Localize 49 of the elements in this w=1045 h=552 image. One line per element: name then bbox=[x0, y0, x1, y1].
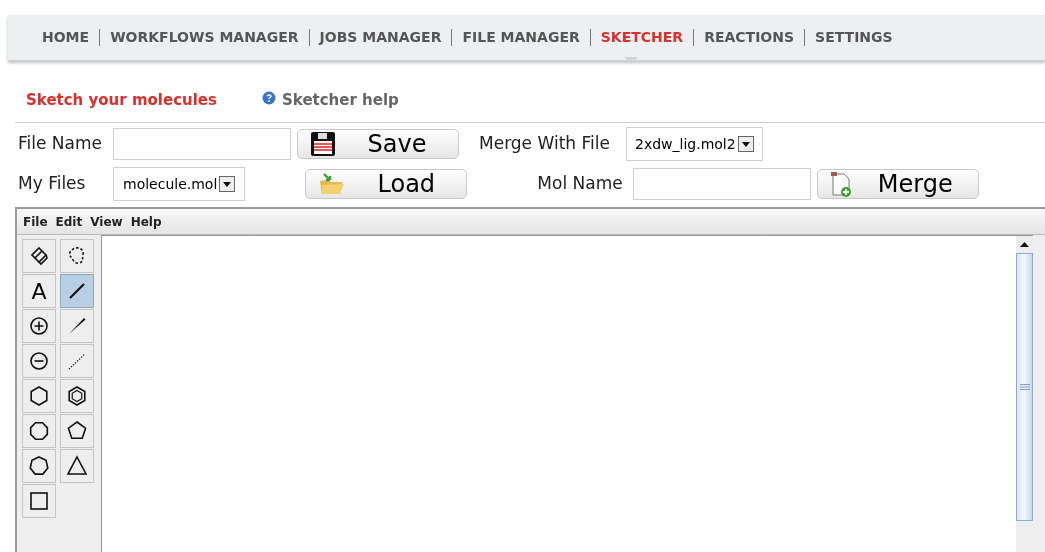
tool-button[interactable] bbox=[22, 484, 56, 518]
heptagon-icon bbox=[27, 454, 51, 478]
menu-item[interactable]: Edit bbox=[55, 212, 83, 231]
octagon-icon bbox=[27, 419, 51, 443]
nav-tab[interactable]: FILE MANAGER bbox=[462, 27, 580, 48]
tool-button[interactable] bbox=[22, 414, 56, 448]
tool-button[interactable] bbox=[22, 309, 56, 343]
nav-tab[interactable]: JOBS MANAGER bbox=[319, 27, 442, 48]
nav-tab[interactable]: SKETCHER bbox=[600, 27, 684, 48]
grip-icon bbox=[1019, 384, 1030, 390]
nav-tab[interactable]: SETTINGS bbox=[815, 27, 893, 48]
button[interactable]: Load bbox=[305, 169, 468, 199]
field-label: Mol Name bbox=[537, 172, 624, 196]
nav-tab[interactable]: REACTIONS bbox=[704, 27, 795, 48]
menu-item[interactable]: Help bbox=[130, 212, 162, 231]
tool-button[interactable] bbox=[60, 379, 94, 413]
tool-button[interactable] bbox=[60, 449, 94, 483]
mol-name-field[interactable] bbox=[633, 168, 812, 200]
minus-circle-icon bbox=[27, 349, 51, 373]
tool-button[interactable] bbox=[22, 239, 56, 273]
menu-item[interactable]: View bbox=[90, 212, 123, 231]
tool-button[interactable]: A bbox=[22, 274, 56, 308]
help-link[interactable]: Sketcher help bbox=[282, 88, 399, 112]
triangle-icon bbox=[65, 454, 89, 478]
merge-file-dropdown[interactable]: 2xdw_lig.mol2 bbox=[626, 127, 763, 161]
square-icon bbox=[27, 489, 51, 513]
document-add-icon bbox=[830, 171, 853, 197]
tool-button[interactable] bbox=[60, 414, 94, 448]
nav-tab[interactable]: HOME bbox=[42, 27, 90, 48]
button[interactable]: Merge bbox=[817, 169, 980, 199]
folder-icon bbox=[318, 172, 347, 196]
hexagon-icon bbox=[65, 384, 89, 408]
plus-circle-icon bbox=[27, 314, 51, 338]
tool-button[interactable] bbox=[22, 449, 56, 483]
nav-tab[interactable]: WORKFLOWS MANAGER bbox=[110, 27, 299, 48]
field-label: File Name bbox=[18, 132, 103, 156]
hexagon-icon bbox=[27, 384, 51, 408]
tool-button[interactable] bbox=[60, 239, 94, 273]
my-files-dropdown[interactable]: molecule.mol bbox=[113, 167, 246, 201]
button[interactable]: Save bbox=[297, 129, 459, 159]
menu-item[interactable]: File bbox=[23, 212, 48, 231]
help-icon bbox=[262, 90, 276, 105]
file-name-field[interactable] bbox=[113, 128, 291, 160]
page-title: Sketch your molecules bbox=[26, 89, 218, 111]
tool-button[interactable] bbox=[60, 274, 94, 308]
tool-button[interactable] bbox=[22, 344, 56, 378]
field-label: My Files bbox=[18, 172, 87, 196]
field-label: Merge With File bbox=[479, 132, 611, 156]
tool-button[interactable] bbox=[22, 379, 56, 413]
